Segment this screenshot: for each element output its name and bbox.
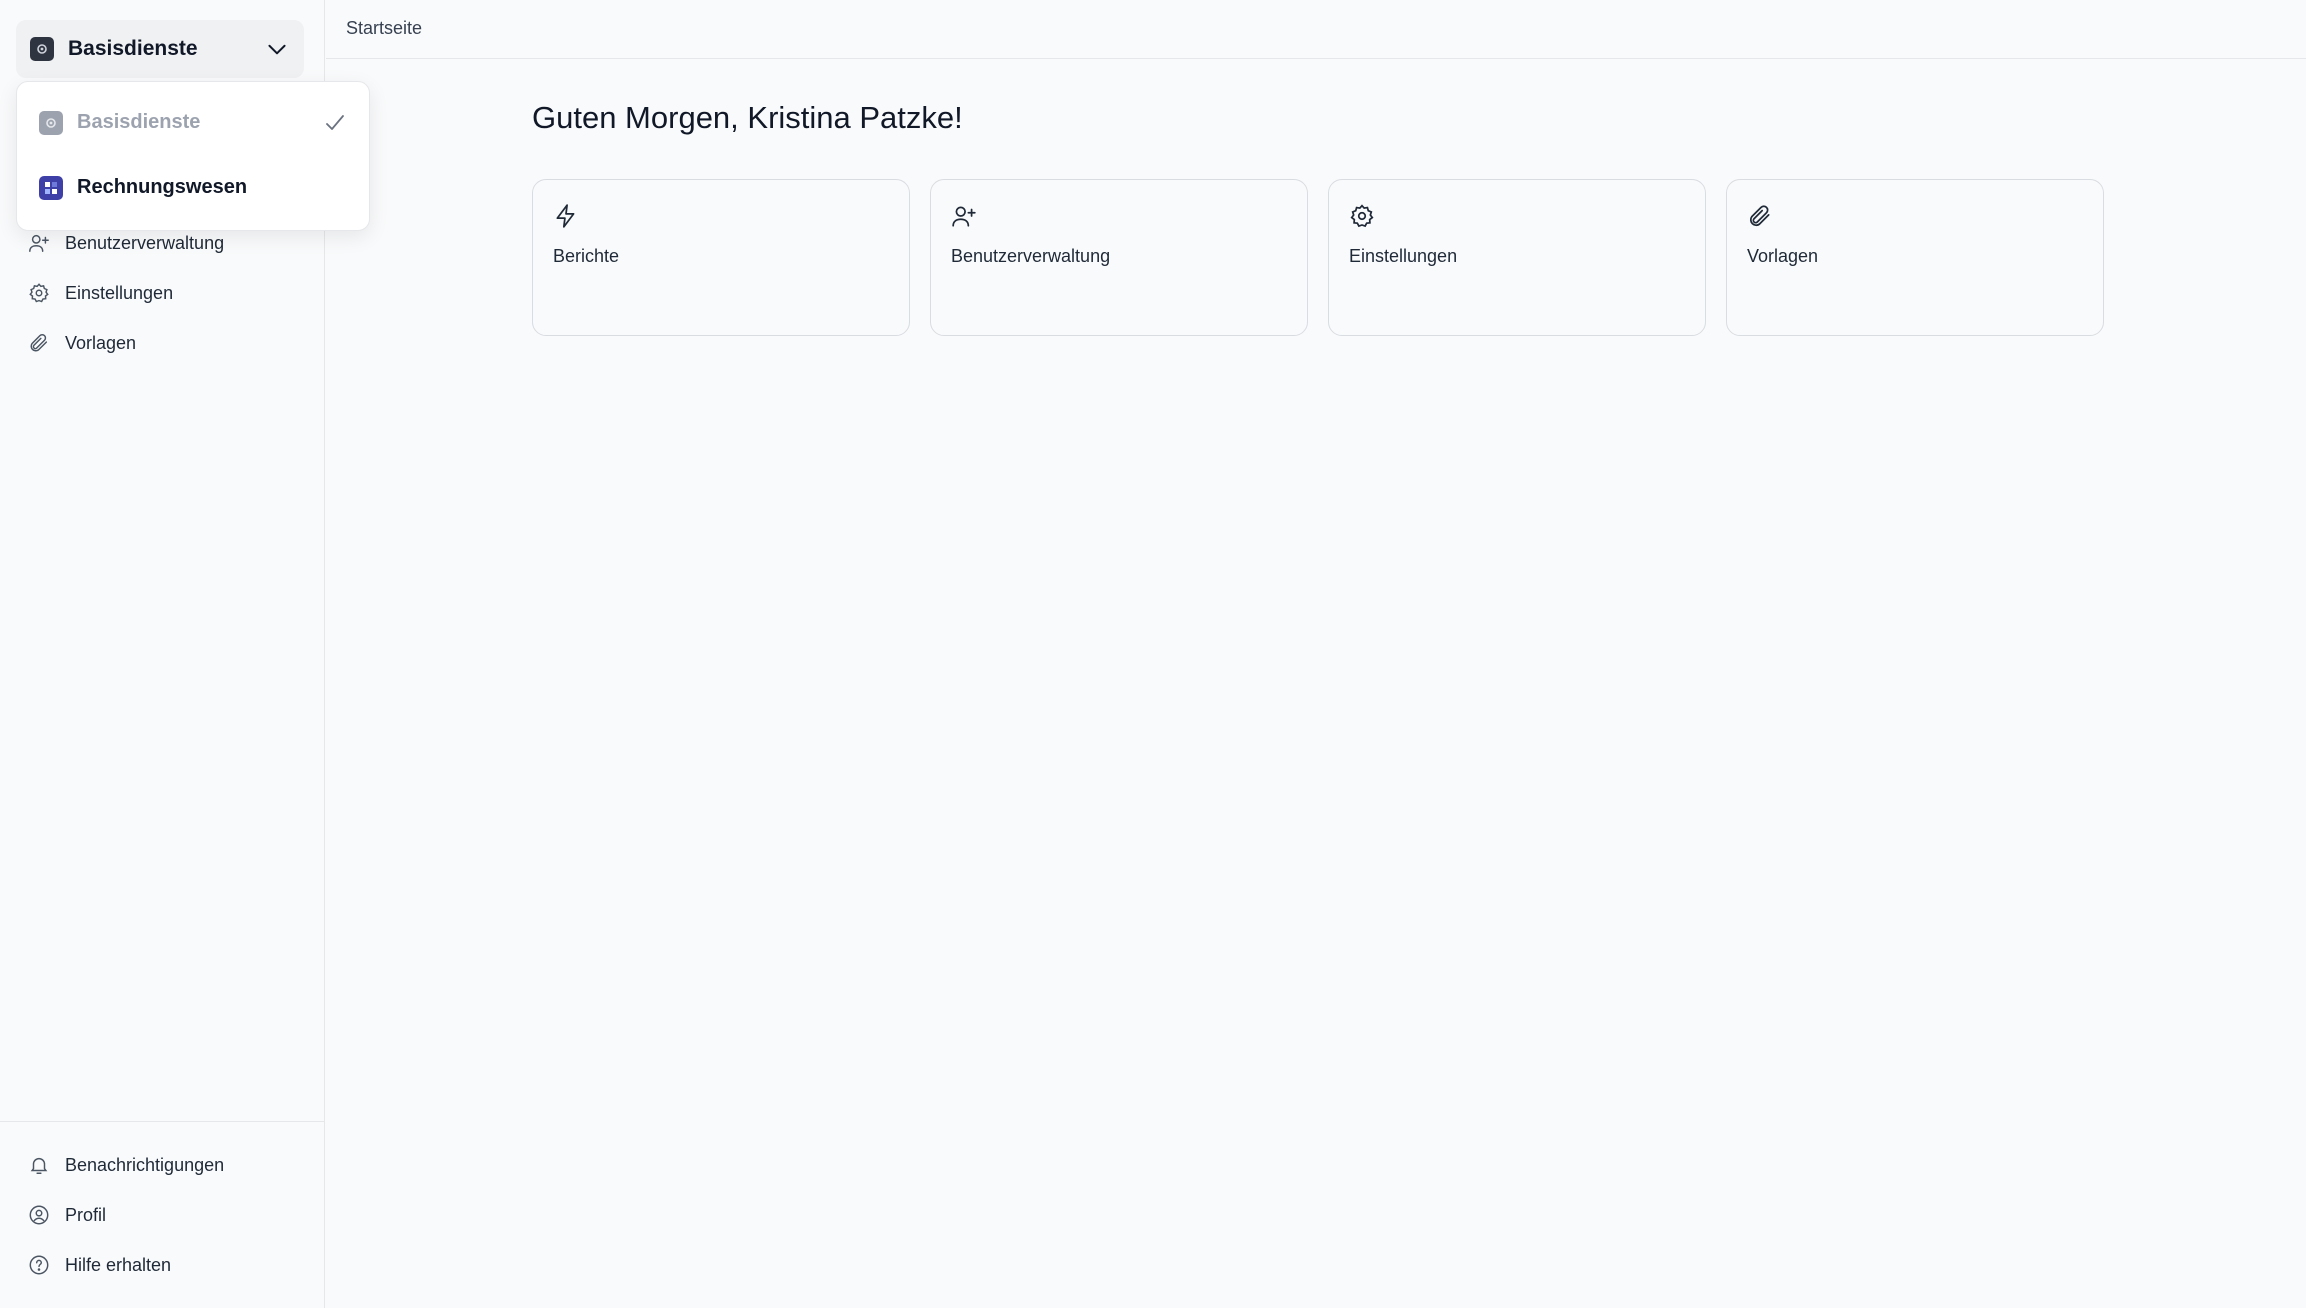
- user-plus-icon: [951, 202, 979, 230]
- app-badge-icon: [39, 175, 63, 200]
- paperclip-icon: [27, 331, 51, 355]
- app-badge-icon: [39, 110, 63, 135]
- card-label: Einstellungen: [1349, 246, 1458, 266]
- app-root: Basisdienste Benutzerverwaltung Einstell…: [0, 0, 2306, 1308]
- card-berichte[interactable]: Berichte: [532, 179, 910, 336]
- user-plus-icon: [27, 231, 51, 255]
- sidebar-divider: [0, 1121, 325, 1122]
- card-einstellungen[interactable]: Einstellungen: [1328, 179, 1706, 336]
- quick-links: Berichte Benutzerverwaltung Einstellunge…: [532, 179, 2104, 336]
- gear-icon: [27, 281, 51, 305]
- app-switcher-menu: Basisdienste Rechnungswesen: [16, 81, 370, 231]
- sidebar-item-label: Einstellungen: [65, 282, 174, 303]
- paperclip-icon: [1747, 202, 1775, 230]
- gear-icon: [1349, 202, 1377, 230]
- help-circle-icon: [27, 1253, 51, 1277]
- app-switcher[interactable]: Basisdienste: [16, 20, 304, 78]
- sidebar-item-label: Vorlagen: [65, 332, 137, 353]
- bell-icon: [27, 1153, 51, 1177]
- top-bar: Startseite: [326, 0, 2306, 59]
- card-vorlagen[interactable]: Vorlagen: [1726, 179, 2104, 336]
- menu-item-rechnungswesen[interactable]: Rechnungswesen: [17, 155, 369, 220]
- check-icon: [323, 111, 347, 135]
- sidebar-item-label: Benutzerverwaltung: [65, 232, 225, 253]
- sidebar-item-einstellungen[interactable]: Einstellungen: [0, 268, 325, 318]
- user-circle-icon: [27, 1203, 51, 1227]
- sidebar-item-profil[interactable]: Profil: [0, 1190, 325, 1240]
- sidebar-item-label: Profil: [65, 1204, 107, 1225]
- chevron-down-icon[interactable]: [264, 36, 290, 62]
- card-label: Benutzerverwaltung: [951, 246, 1111, 266]
- menu-item-label: Rechnungswesen: [77, 176, 248, 198]
- menu-item-label: Basisdienste: [77, 111, 201, 133]
- lightning-icon: [553, 202, 581, 230]
- menu-item-basisdienste[interactable]: Basisdienste: [17, 90, 369, 155]
- sidebar-item-label: Benachrichtigungen: [65, 1154, 225, 1175]
- sidebar-item-hilfe[interactable]: Hilfe erhalten: [0, 1240, 325, 1290]
- breadcrumb[interactable]: Startseite: [346, 18, 422, 39]
- app-switcher-label: Basisdienste: [68, 37, 198, 60]
- card-benutzerverwaltung[interactable]: Benutzerverwaltung: [930, 179, 1308, 336]
- sidebar-bottom-nav: Benachrichtigungen Profil Hilfe erhalten: [0, 1140, 325, 1290]
- card-label: Vorlagen: [1747, 246, 1819, 266]
- sidebar-nav: Benutzerverwaltung Einstellungen Vorlage…: [0, 218, 325, 368]
- app-badge-icon: [30, 37, 54, 61]
- page-title: Guten Morgen, Kristina Patzke!: [532, 100, 963, 135]
- sidebar-item-benachrichtigungen[interactable]: Benachrichtigungen: [0, 1140, 325, 1190]
- sidebar-item-vorlagen[interactable]: Vorlagen: [0, 318, 325, 368]
- sidebar-item-label: Hilfe erhalten: [65, 1254, 172, 1275]
- card-label: Berichte: [553, 246, 620, 266]
